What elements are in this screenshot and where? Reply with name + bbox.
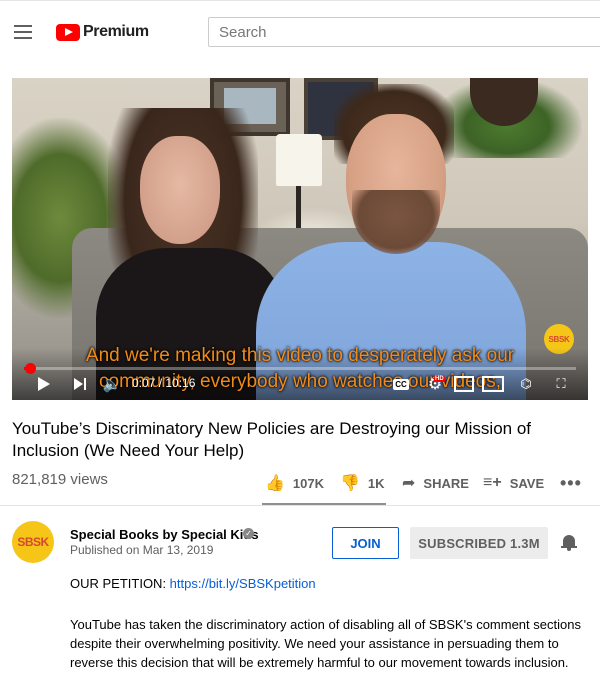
caption-line: And we're making this video to desperate… — [85, 345, 515, 366]
video-title: YouTube’s Discriminatory New Policies ar… — [12, 419, 532, 460]
fullscreen-icon[interactable]: ⛶ — [552, 374, 570, 394]
channel-avatar[interactable]: SBSK — [12, 521, 54, 563]
share-button[interactable]: ➦ SHARE — [402, 474, 469, 492]
bell-icon[interactable] — [561, 533, 577, 551]
time-display: 0:07 / 10:16 — [132, 376, 196, 390]
save-label: SAVE — [509, 475, 545, 491]
publish-date: Published on Mar 13, 2019 — [70, 543, 214, 557]
youtube-premium-logo[interactable]: Premium — [56, 22, 149, 42]
playlist-add-icon: ≡+ — [483, 474, 502, 491]
channel-name[interactable]: Special Books by Special Kids — [70, 527, 259, 542]
join-button[interactable]: JOIN — [332, 527, 399, 559]
thumbs-up-icon: 👍 — [265, 475, 285, 492]
like-button[interactable]: 👍 107K — [265, 474, 324, 492]
youtube-logo-icon — [56, 23, 80, 41]
masthead: Premium — [0, 0, 600, 62]
video-scene-person — [140, 136, 220, 244]
video-scene-lamp — [276, 134, 322, 186]
share-icon: ➦ — [402, 475, 416, 492]
petition-link[interactable]: https://bit.ly/SBSKpetition — [170, 576, 316, 591]
progress-bar[interactable] — [24, 363, 576, 374]
brand-label: Premium — [83, 23, 149, 40]
menu-icon[interactable] — [14, 25, 32, 39]
cast-icon[interactable]: ⌬ — [516, 374, 536, 394]
save-button[interactable]: ≡+ SAVE — [483, 474, 544, 492]
thumbs-down-icon: 👎 — [340, 475, 360, 492]
view-count: 821,819 views — [12, 471, 108, 488]
volume-icon[interactable]: 🔈 — [102, 374, 122, 394]
verified-icon: ✓ — [243, 528, 254, 539]
play-icon[interactable] — [36, 374, 52, 394]
miniplayer-icon[interactable] — [454, 374, 474, 394]
next-icon[interactable] — [72, 374, 88, 394]
dislike-count: 1K — [367, 475, 385, 491]
share-label: SHARE — [423, 475, 469, 491]
video-player[interactable]: SBSK And we're making this video to desp… — [12, 78, 588, 400]
petition-line: OUR PETITION: https://bit.ly/SBSKpetitio… — [70, 576, 316, 591]
search-input[interactable] — [208, 17, 600, 47]
theater-icon[interactable] — [482, 374, 504, 394]
video-description: YouTube has taken the discriminatory act… — [70, 617, 581, 670]
subtitles-button[interactable]: CC — [390, 374, 412, 394]
more-actions-button[interactable]: ••• — [560, 473, 582, 493]
scrubber-handle[interactable] — [25, 363, 37, 374]
divider — [0, 505, 600, 506]
petition-label: OUR PETITION: — [70, 576, 170, 591]
cc-label: CC — [393, 378, 409, 390]
subscribe-button[interactable]: SUBSCRIBED 1.3M — [410, 527, 548, 559]
hd-badge: HD — [434, 376, 445, 382]
like-count: 107K — [292, 475, 324, 491]
dislike-button[interactable]: 👎 1K — [340, 474, 385, 492]
